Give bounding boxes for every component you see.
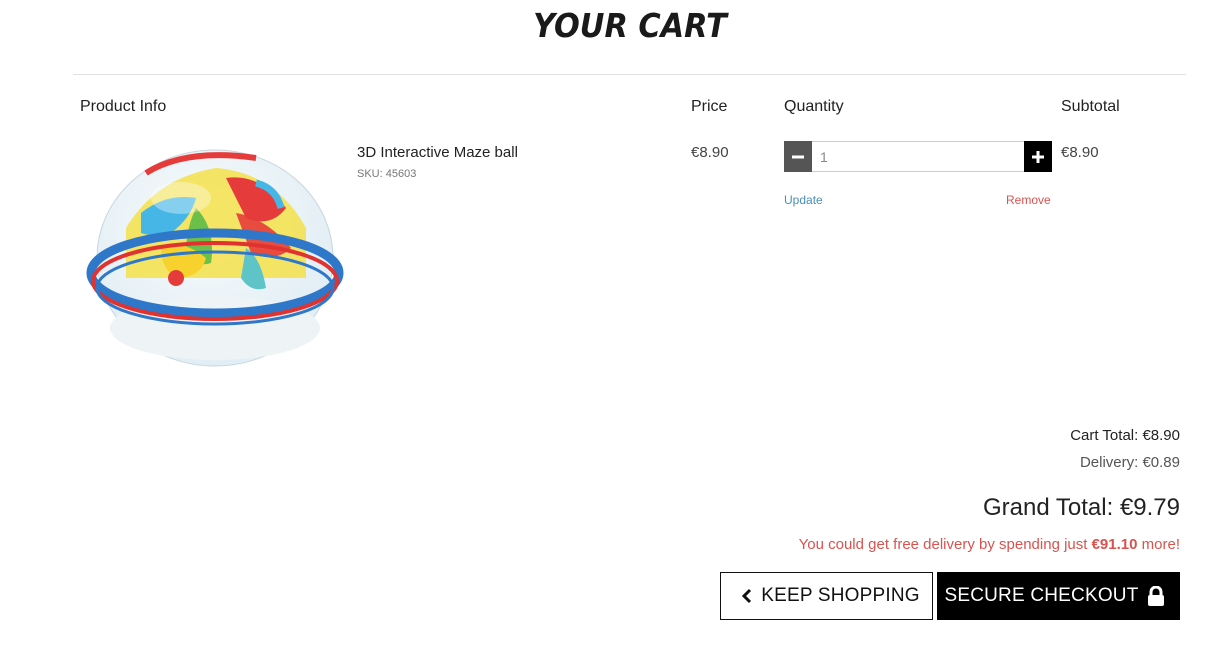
free-delivery-suffix: more! (1137, 536, 1180, 553)
secure-checkout-label: SECURE CHECKOUT (944, 585, 1139, 606)
header-price: Price (691, 98, 728, 115)
page-title: YOUR CART (533, 6, 727, 45)
divider (73, 74, 1186, 75)
product-price: €8.90 (691, 144, 729, 161)
quantity-stepper (784, 141, 1052, 172)
grand-total: Grand Total: €9.79 (982, 494, 1180, 521)
product-subtotal: €8.90 (1061, 144, 1099, 161)
keep-shopping-button[interactable]: KEEP SHOPPING (720, 572, 933, 620)
cart-total: Cart Total: €8.90 (1070, 427, 1180, 444)
free-delivery-amount: €91.10 (1091, 536, 1138, 553)
header-quantity: Quantity (784, 98, 844, 115)
secure-checkout-button[interactable]: SECURE CHECKOUT (937, 572, 1180, 620)
free-delivery-prefix: You could get free delivery by spending … (798, 536, 1092, 553)
product-name[interactable]: 3D Interactive Maze ball (357, 144, 518, 161)
minus-icon (792, 155, 804, 158)
update-link[interactable]: Update (784, 193, 823, 207)
quantity-increment-button[interactable] (1024, 141, 1052, 172)
remove-link[interactable]: Remove (1006, 193, 1051, 207)
delivery-cost: Delivery: €0.89 (1079, 454, 1180, 471)
quantity-input[interactable] (812, 141, 1024, 172)
header-subtotal: Subtotal (1061, 98, 1120, 115)
plus-icon (1032, 150, 1044, 163)
quantity-decrement-button[interactable] (784, 141, 812, 172)
free-delivery-message: You could get free delivery by spending … (799, 536, 1180, 553)
product-sku: SKU: 45603 (357, 168, 417, 180)
lock-icon (1147, 586, 1165, 606)
keep-shopping-label: KEEP SHOPPING (761, 585, 920, 606)
chevron-left-icon (741, 588, 753, 604)
header-product-info: Product Info (80, 98, 167, 115)
product-image[interactable] (86, 138, 344, 368)
